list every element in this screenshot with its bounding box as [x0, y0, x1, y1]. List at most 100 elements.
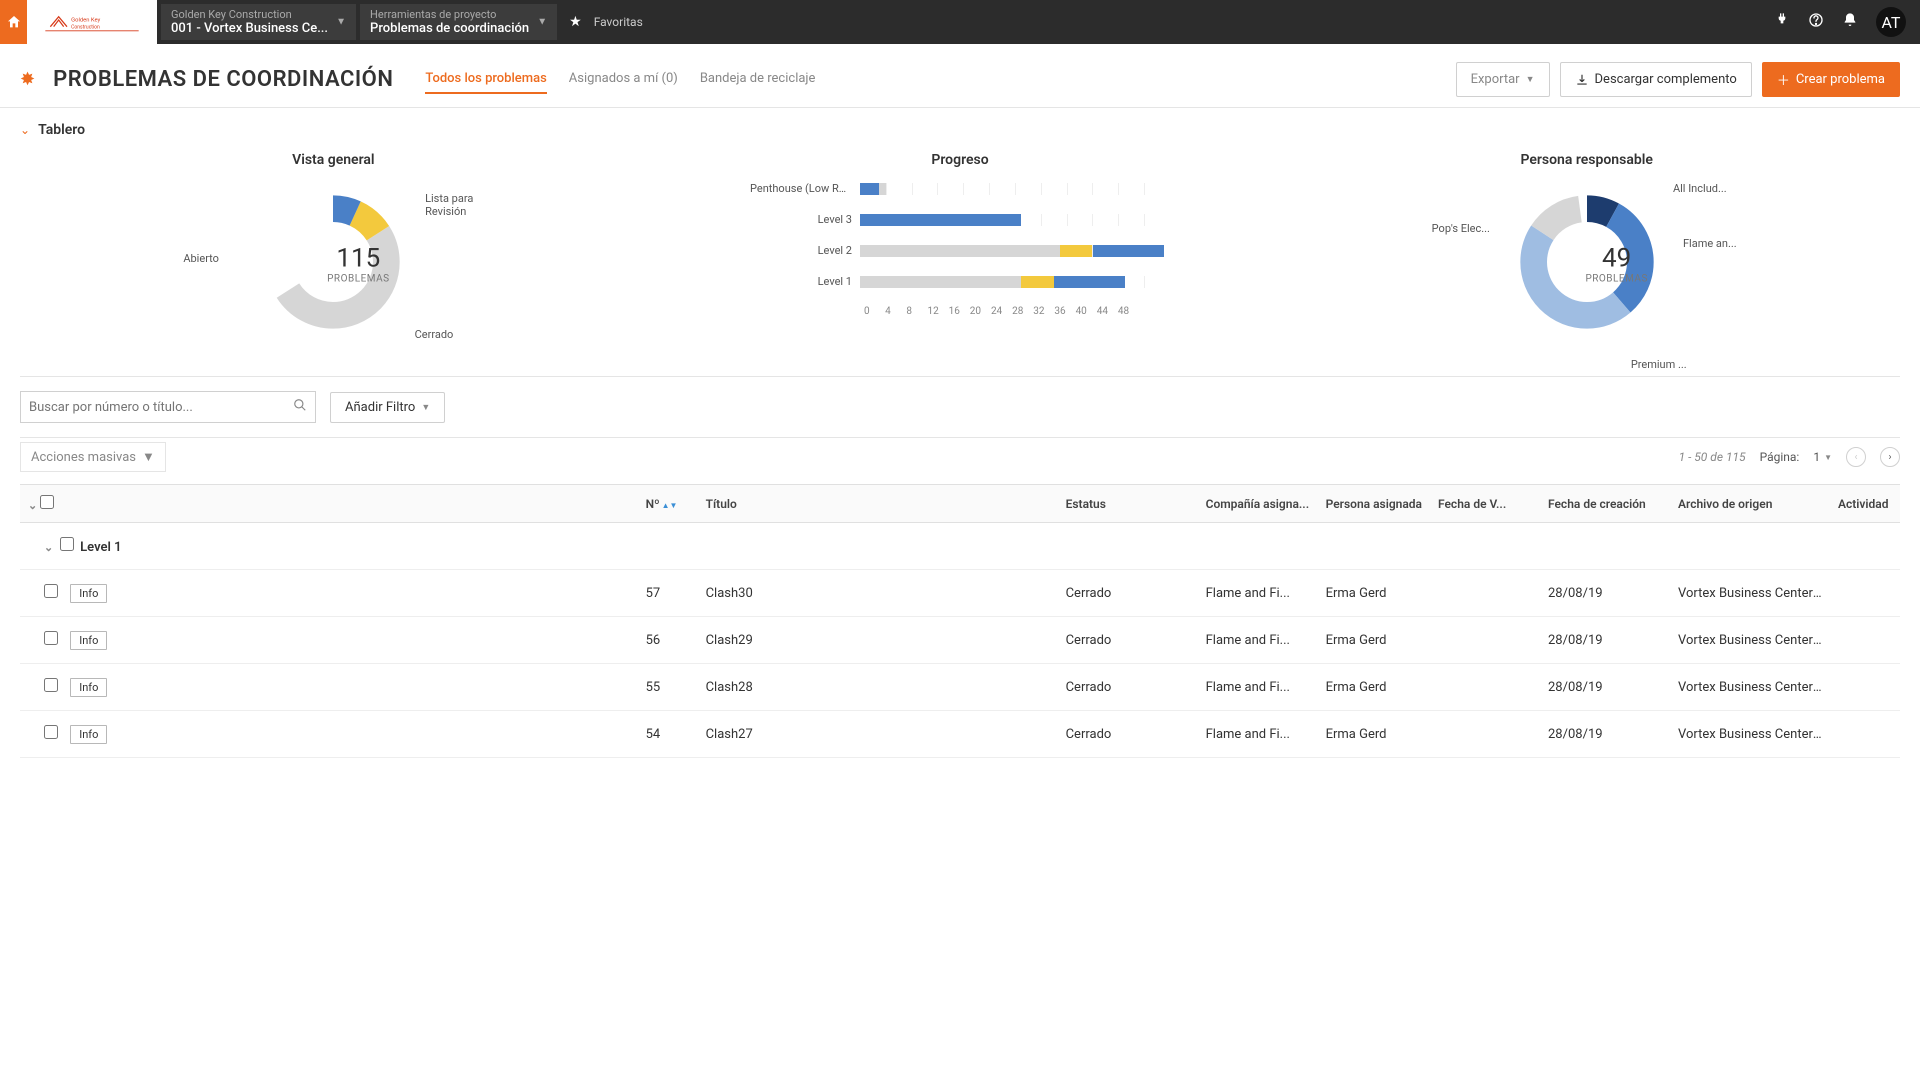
gear-icon[interactable]: ✸ [20, 69, 35, 90]
home-button[interactable] [0, 0, 27, 44]
table-row[interactable]: Info55Clash28CerradoFlame and Fi...Erma … [20, 664, 1900, 711]
expand-all-icon[interactable]: ⌄ [28, 499, 37, 512]
search-icon[interactable] [293, 398, 307, 416]
chevron-down-icon[interactable]: ⌄ [44, 541, 53, 554]
company-logo[interactable]: Golden Key Construction [27, 0, 157, 44]
progress-category-label: Penthouse (Low Roof) [750, 182, 860, 195]
dashboard-toggle[interactable]: ⌄ Tablero [0, 108, 1920, 152]
legend-all-included: All Includ... [1673, 182, 1727, 195]
tool-category: Herramientas de proyecto [370, 8, 529, 21]
group-checkbox[interactable] [60, 537, 74, 551]
svg-text:Golden Key: Golden Key [71, 17, 100, 23]
col-created[interactable]: Fecha de creación [1540, 485, 1670, 523]
sort-icon[interactable]: ▲▼ [662, 501, 678, 510]
info-button[interactable]: Info [70, 678, 107, 697]
bell-icon[interactable] [1842, 12, 1858, 32]
user-avatar[interactable]: AT [1876, 7, 1906, 37]
search-box[interactable] [20, 391, 316, 423]
legend-premium: Premium ... [1631, 358, 1687, 371]
progress-row: Level 1 [750, 275, 1170, 288]
progress-row: Penthouse (Low Roof) [750, 182, 1170, 195]
tab-assigned-to-me[interactable]: Asignados a mí (0) [569, 65, 678, 94]
col-file[interactable]: Archivo de origen [1670, 485, 1830, 523]
create-issue-button[interactable]: ＋ Crear problema [1762, 62, 1900, 97]
cell-status: Cerrado [1058, 664, 1198, 711]
col-due[interactable]: Fecha de V... [1430, 485, 1540, 523]
help-icon[interactable] [1808, 12, 1824, 32]
cell-person: Erma Gerd [1318, 570, 1430, 617]
plus-icon: ＋ [1777, 70, 1790, 89]
table-row[interactable]: Info57Clash30CerradoFlame and Fi...Erma … [20, 570, 1900, 617]
cell-created: 28/08/19 [1540, 617, 1670, 664]
add-filter-button[interactable]: Añadir Filtro ▼ [330, 392, 445, 423]
cell-created: 28/08/19 [1540, 664, 1670, 711]
favorites-label[interactable]: Favoritas [594, 15, 643, 29]
page-select[interactable]: 1 ▼ [1813, 450, 1832, 464]
cell-activity [1830, 570, 1900, 617]
export-dropdown[interactable]: Exportar ▼ [1456, 62, 1550, 97]
row-checkbox[interactable] [44, 584, 58, 598]
cell-company: Flame and Fi... [1198, 617, 1318, 664]
caret-down-icon: ▼ [537, 17, 547, 28]
cell-file: Vortex Business Center ... [1670, 617, 1830, 664]
prev-page-button[interactable]: ‹ [1846, 447, 1866, 467]
row-checkbox[interactable] [44, 631, 58, 645]
cell-company: Flame and Fi... [1198, 711, 1318, 758]
project-name: 001 - Vortex Business Ce... [171, 21, 328, 36]
table-row[interactable]: Info54Clash27CerradoFlame and Fi...Erma … [20, 711, 1900, 758]
legend-ready: Lista para Revisión [425, 192, 473, 218]
top-nav-bar: Golden Key Construction Golden Key Const… [0, 0, 1920, 44]
cell-company: Flame and Fi... [1198, 570, 1318, 617]
pagination: 1 - 50 de 115 Página: 1 ▼ ‹ › [1679, 447, 1900, 467]
caret-down-icon: ▼ [142, 449, 155, 465]
legend-open: Abierto [183, 252, 219, 265]
download-plugin-button[interactable]: Descargar complemento [1560, 62, 1752, 97]
next-page-button[interactable]: › [1880, 447, 1900, 467]
overview-title: Vista general [292, 152, 374, 168]
home-icon [6, 14, 22, 30]
legend-pops: Pop's Elec... [1432, 222, 1490, 235]
col-number[interactable]: Nº [646, 497, 660, 511]
select-all-checkbox[interactable] [40, 495, 54, 509]
progress-bar [860, 276, 1170, 288]
row-checkbox[interactable] [44, 678, 58, 692]
company-name: Golden Key Construction [171, 8, 328, 21]
progress-chart: Progreso Penthouse (Low Roof)Level 3Leve… [647, 152, 1274, 346]
page-title: PROBLEMAS DE COORDINACIÓN [53, 67, 393, 92]
caret-down-icon: ▼ [1526, 74, 1535, 85]
overview-chart: Vista general 115 PROBLEMAS Abierto List… [20, 152, 647, 346]
cell-activity [1830, 664, 1900, 711]
tool-selector[interactable]: Herramientas de proyecto Problemas de co… [360, 4, 557, 40]
responsible-chart: Persona responsable 49 PROBLEMAS All Inc… [1273, 152, 1900, 346]
cell-number: 57 [638, 570, 698, 617]
project-selector[interactable]: Golden Key Construction 001 - Vortex Bus… [161, 4, 356, 40]
caret-down-icon: ▼ [336, 17, 346, 28]
download-icon [1575, 73, 1589, 87]
view-tabs: Todos los problemas Asignados a mí (0) B… [425, 65, 815, 94]
progress-category-label: Level 3 [750, 213, 860, 226]
tab-all-issues[interactable]: Todos los problemas [425, 65, 546, 94]
cell-person: Erma Gerd [1318, 711, 1430, 758]
cell-created: 28/08/19 [1540, 570, 1670, 617]
info-button[interactable]: Info [70, 631, 107, 650]
cell-due [1430, 570, 1540, 617]
col-person[interactable]: Persona asignada [1318, 485, 1430, 523]
cell-status: Cerrado [1058, 570, 1198, 617]
cell-status: Cerrado [1058, 711, 1198, 758]
bulk-actions-dropdown[interactable]: Acciones masivas ▼ [20, 442, 166, 472]
group-row[interactable]: ⌄ Level 1 [20, 523, 1900, 570]
info-button[interactable]: Info [70, 725, 107, 744]
col-company[interactable]: Compañía asigna... [1198, 485, 1318, 523]
cell-activity [1830, 617, 1900, 664]
info-button[interactable]: Info [70, 584, 107, 603]
table-row[interactable]: Info56Clash29CerradoFlame and Fi...Erma … [20, 617, 1900, 664]
tab-recycle-bin[interactable]: Bandeja de reciclaje [700, 65, 816, 94]
favorite-star-icon[interactable]: ★ [569, 14, 582, 30]
col-title[interactable]: Título [698, 485, 1058, 523]
plug-icon[interactable] [1774, 12, 1790, 32]
col-status[interactable]: Estatus [1058, 485, 1198, 523]
col-activity[interactable]: Actividad [1830, 485, 1900, 523]
progress-bar [860, 183, 1170, 195]
row-checkbox[interactable] [44, 725, 58, 739]
search-input[interactable] [29, 400, 293, 415]
